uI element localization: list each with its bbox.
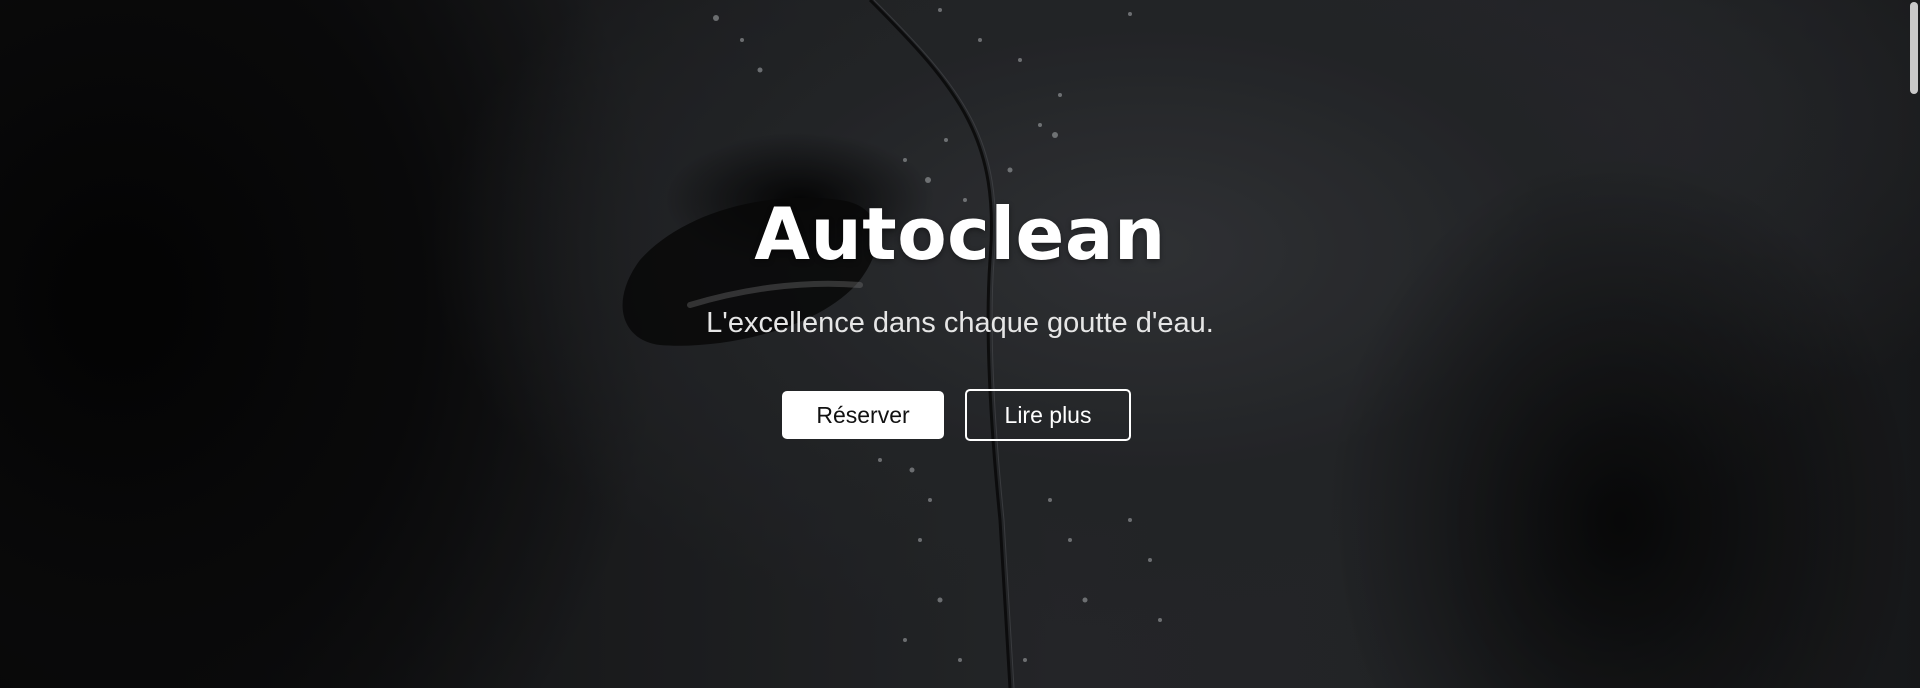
read-more-button[interactable]: Lire plus xyxy=(965,389,1131,441)
hero-tagline: L'excellence dans chaque goutte d'eau. xyxy=(706,307,1214,339)
page-scrollbar[interactable] xyxy=(1906,0,1920,688)
hero-section: Autoclean L'excellence dans chaque goutt… xyxy=(0,0,1920,688)
hero-title: Autoclean xyxy=(754,192,1166,276)
scrollbar-thumb[interactable] xyxy=(1910,2,1918,94)
reserve-button[interactable]: Réserver xyxy=(782,391,944,439)
hero-content: Autoclean L'excellence dans chaque goutt… xyxy=(0,0,1920,688)
